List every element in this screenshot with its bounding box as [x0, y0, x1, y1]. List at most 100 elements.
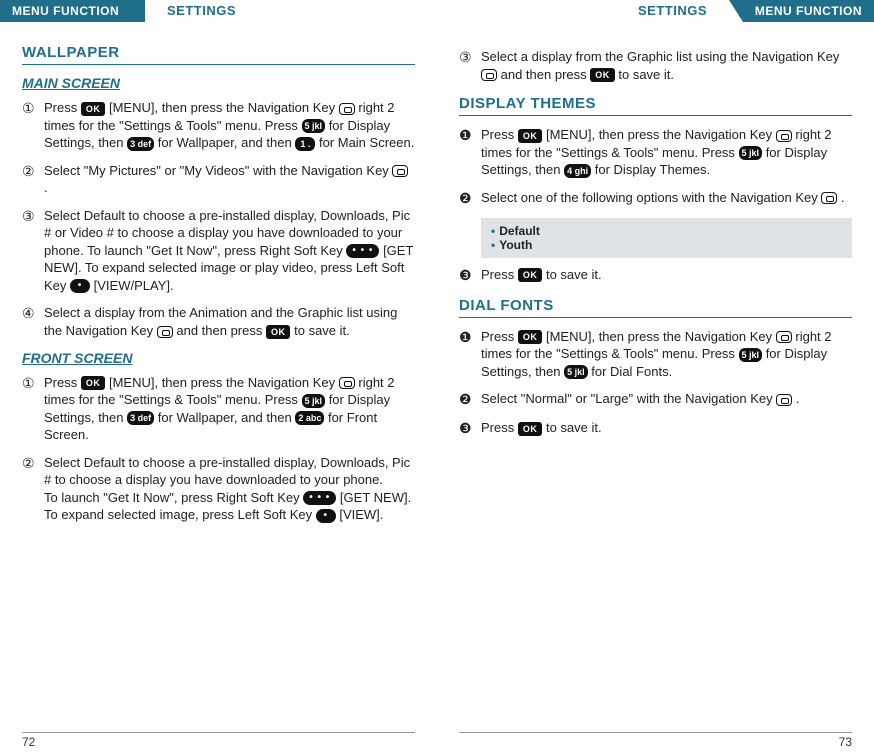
step-number-icon: ③ [459, 48, 481, 83]
option-youth: Youth [499, 238, 532, 252]
page-73: SETTINGS MENU FUNCTION ③ Select a displa… [437, 0, 874, 755]
five-key-icon: 5 jkl [302, 394, 326, 408]
navigation-key-icon [481, 69, 497, 81]
soft-key-dot-icon: • [70, 279, 90, 293]
navigation-key-icon [821, 192, 837, 204]
menu-function-tab-right: MENU FUNCTION [743, 0, 874, 22]
navigation-key-icon [157, 326, 173, 338]
text-fragment: for Display Themes. [595, 162, 710, 177]
text-fragment: Press [481, 127, 518, 142]
options-box: •Default •Youth [481, 218, 852, 258]
page-number-right: 73 [839, 735, 852, 749]
four-key-icon: 4 ghi [564, 164, 591, 178]
menu-function-tab-left: MENU FUNCTION [0, 0, 145, 22]
five-key-icon: 5 jkl [302, 119, 326, 133]
three-key-icon: 3 def [127, 137, 154, 151]
text-fragment: Select one of the following options with… [481, 190, 821, 205]
text-fragment: [MENU], then press the Navigation Key [109, 375, 339, 390]
list-item: ❶ Press OK [MENU], then press the Naviga… [459, 328, 852, 381]
footer-rule [459, 732, 852, 733]
list-item: ❷ Select one of the following options wi… [459, 189, 852, 208]
three-key-icon: 3 def [127, 411, 154, 425]
dial-fonts-heading: DIAL FONTS [459, 297, 852, 318]
main-screen-steps: ① Press OK [MENU], then press the Naviga… [22, 99, 415, 340]
text-fragment: to save it. [546, 420, 602, 435]
text-fragment: for Wallpaper, and then [158, 135, 296, 150]
header-right: SETTINGS MENU FUNCTION [459, 0, 852, 24]
five-key-icon: 5 jkl [739, 348, 763, 362]
text-fragment: Press [481, 267, 518, 282]
text-fragment: . [44, 180, 48, 195]
navigation-key-icon [776, 130, 792, 142]
ok-key-icon: OK [518, 422, 543, 436]
step-number-icon: ① [22, 374, 44, 444]
step-number-icon: ❸ [459, 419, 481, 438]
list-item: ③ Select a display from the Graphic list… [459, 48, 852, 83]
display-themes-steps: ❶ Press OK [MENU], then press the Naviga… [459, 126, 852, 208]
five-key-icon: 5 jkl [739, 146, 763, 160]
step-number-icon: ❷ [459, 390, 481, 409]
list-item: ① Press OK [MENU], then press the Naviga… [22, 99, 415, 152]
text-fragment: [MENU], then press the Navigation Key [546, 127, 776, 142]
step-number-icon: ❸ [459, 266, 481, 285]
one-key-icon: 1 . [295, 137, 315, 151]
soft-key-dots-icon: • • • [346, 244, 379, 258]
text-fragment: for Main Screen. [319, 135, 414, 150]
text-fragment: [VIEW]. [339, 507, 383, 522]
text-fragment: Press [44, 375, 81, 390]
text-fragment: [VIEW/PLAY]. [94, 278, 174, 293]
step-number-icon: ④ [22, 304, 44, 339]
front-screen-heading: FRONT SCREEN [22, 350, 415, 366]
dial-fonts-steps: ❶ Press OK [MENU], then press the Naviga… [459, 328, 852, 438]
step-number-icon: ❶ [459, 126, 481, 179]
list-item: ② Select Default to choose a pre-install… [22, 454, 415, 524]
soft-key-dots-icon: • • • [303, 491, 336, 505]
ok-key-icon: OK [590, 68, 615, 82]
text-fragment: Press [481, 420, 518, 435]
navigation-key-icon [339, 377, 355, 389]
step-number-icon: ③ [22, 207, 44, 295]
navigation-key-icon [776, 394, 792, 406]
navigation-key-icon [339, 103, 355, 115]
page-72: MENU FUNCTION SETTINGS WALLPAPER MAIN SC… [0, 0, 437, 755]
header-left: MENU FUNCTION SETTINGS [22, 0, 415, 24]
text-fragment: . [841, 190, 845, 205]
text-fragment: to save it. [294, 323, 350, 338]
ok-key-icon: OK [518, 268, 543, 282]
step-number-icon: ❶ [459, 328, 481, 381]
text-fragment: Select Default to choose a pre-installed… [44, 455, 410, 488]
two-key-icon: 2 abc [295, 411, 324, 425]
wallpaper-cont-steps: ③ Select a display from the Graphic list… [459, 48, 852, 83]
text-fragment: for Dial Fonts. [591, 364, 672, 379]
text-fragment: Select "My Pictures" or "My Videos" with… [44, 163, 392, 178]
step-number-icon: ① [22, 99, 44, 152]
section-label-left: SETTINGS [167, 3, 236, 18]
ok-key-icon: OK [518, 330, 543, 344]
ok-key-icon: OK [81, 376, 106, 390]
list-item: ③ Select Default to choose a pre-install… [22, 207, 415, 295]
text-fragment: [MENU], then press the Navigation Key [546, 329, 776, 344]
five-key-icon: 5 jkl [564, 365, 588, 379]
text-fragment: for Wallpaper, and then [158, 410, 296, 425]
main-screen-heading: MAIN SCREEN [22, 75, 415, 91]
display-themes-heading: DISPLAY THEMES [459, 95, 852, 116]
list-item: ④ Select a display from the Animation an… [22, 304, 415, 339]
front-screen-steps: ① Press OK [MENU], then press the Naviga… [22, 374, 415, 524]
display-themes-steps-2: ❸ Press OK to save it. [459, 266, 852, 285]
text-fragment: and then press [501, 67, 591, 82]
text-fragment: Select a display from the Graphic list u… [481, 49, 839, 64]
list-item: ① Press OK [MENU], then press the Naviga… [22, 374, 415, 444]
list-item: ❸ Press OK to save it. [459, 419, 852, 438]
ok-key-icon: OK [518, 129, 543, 143]
navigation-key-icon [392, 165, 408, 177]
ok-key-icon: OK [266, 325, 291, 339]
step-number-icon: ② [22, 162, 44, 197]
soft-key-dot-icon: • [316, 509, 336, 523]
option-default: Default [499, 224, 540, 238]
step-number-icon: ② [22, 454, 44, 524]
text-fragment: Press [44, 100, 81, 115]
text-fragment: [MENU], then press the Navigation Key [109, 100, 339, 115]
section-label-right: SETTINGS [638, 3, 707, 18]
text-fragment: . [796, 391, 800, 406]
page-number-left: 72 [22, 735, 35, 749]
